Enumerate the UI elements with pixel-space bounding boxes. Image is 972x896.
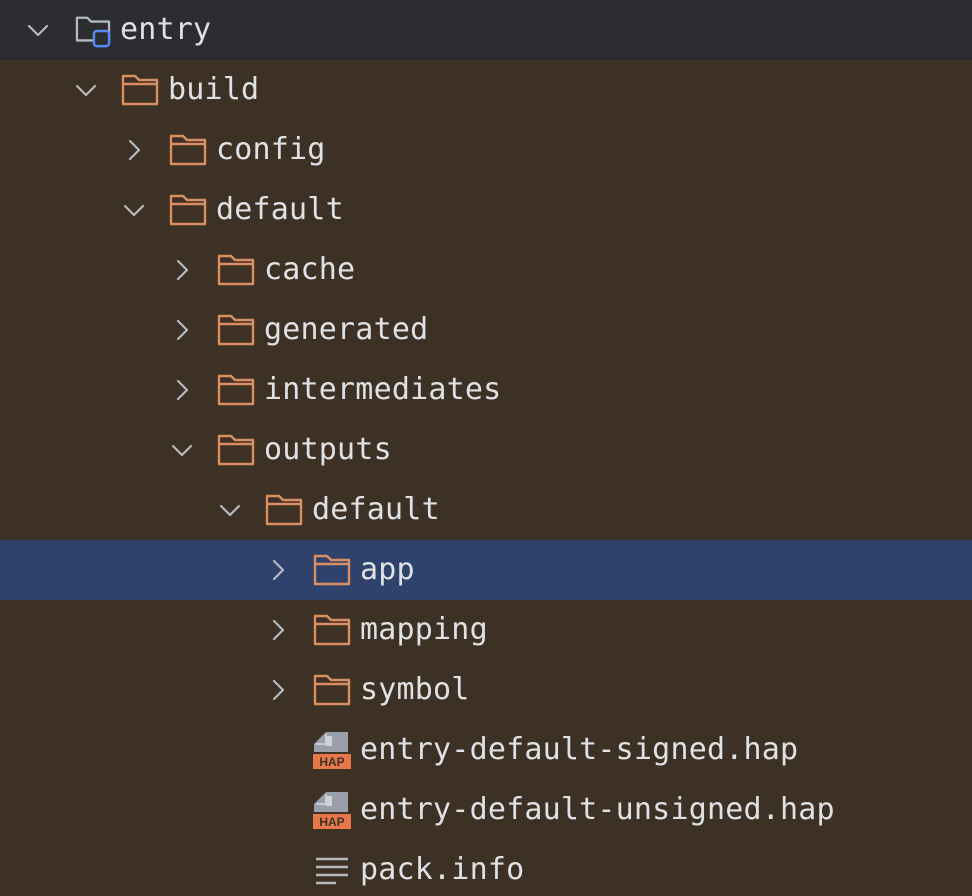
project-tree: entry build config default cache generat… <box>0 0 972 896</box>
tree-row-entry[interactable]: entry <box>0 0 972 60</box>
tree-row-unsigned-hap[interactable]: HAP entry-default-unsigned.hap <box>0 780 972 840</box>
folder-icon <box>217 434 255 466</box>
hap-icon-text: HAP <box>319 815 344 829</box>
chevron-down-icon[interactable] <box>74 78 98 102</box>
folder-icon <box>265 494 303 526</box>
tree-row-label: cache <box>264 252 356 287</box>
tree-row-label: generated <box>264 312 429 347</box>
tree-row-build[interactable]: build <box>0 60 972 120</box>
tree-row-label: entry-default-signed.hap <box>360 732 799 767</box>
tree-row-label: default <box>312 492 440 527</box>
chevron-right-icon[interactable] <box>266 558 290 582</box>
folder-icon <box>313 614 351 646</box>
folder-icon <box>313 674 351 706</box>
tree-row-label: outputs <box>264 432 392 467</box>
chevron-right-icon[interactable] <box>122 138 146 162</box>
tree-row-config[interactable]: config <box>0 120 972 180</box>
folder-icon <box>217 374 255 406</box>
hap-icon-text: HAP <box>319 755 344 769</box>
tree-row-mapping[interactable]: mapping <box>0 600 972 660</box>
tree-row-label: app <box>360 552 415 587</box>
tree-row-symbol[interactable]: symbol <box>0 660 972 720</box>
tree-row-label: pack.info <box>360 852 525 887</box>
folder-icon <box>121 74 159 106</box>
tree-row-label: default <box>216 192 344 227</box>
tree-row-label: config <box>216 132 326 167</box>
folder-icon <box>313 554 351 586</box>
tree-row-default[interactable]: default <box>0 180 972 240</box>
tree-row-label: mapping <box>360 612 488 647</box>
chevron-down-icon[interactable] <box>122 198 146 222</box>
tree-row-label: entry <box>120 12 212 47</box>
tree-row-label: intermediates <box>264 372 502 407</box>
text-file-icon <box>316 857 348 885</box>
tree-row-label: symbol <box>360 672 470 707</box>
hap-file-icon: HAP <box>313 792 351 829</box>
folder-icon <box>169 134 207 166</box>
chevron-right-icon[interactable] <box>170 378 194 402</box>
chevron-right-icon[interactable] <box>266 678 290 702</box>
tree-row-intermediates[interactable]: intermediates <box>0 360 972 420</box>
tree-row-label: entry-default-unsigned.hap <box>360 792 835 827</box>
tree-row-cache[interactable]: cache <box>0 240 972 300</box>
tree-row-generated[interactable]: generated <box>0 300 972 360</box>
tree-row-label: build <box>168 72 260 107</box>
folder-icon <box>169 194 207 226</box>
chevron-down-icon[interactable] <box>170 438 194 462</box>
folder-icon <box>217 254 255 286</box>
chevron-right-icon[interactable] <box>170 258 194 282</box>
tree-row-outputs[interactable]: outputs <box>0 420 972 480</box>
chevron-right-icon[interactable] <box>266 618 290 642</box>
tree-row-pack-info[interactable]: pack.info <box>0 840 972 896</box>
chevron-right-icon[interactable] <box>170 318 194 342</box>
folder-icon <box>217 314 255 346</box>
tree-row-outputs-default[interactable]: default <box>0 480 972 540</box>
chevron-down-icon[interactable] <box>26 18 50 42</box>
tree-row-signed-hap[interactable]: HAP entry-default-signed.hap <box>0 720 972 780</box>
chevron-down-icon[interactable] <box>218 498 242 522</box>
hap-file-icon: HAP <box>313 732 351 769</box>
tree-row-app[interactable]: app <box>0 540 972 600</box>
module-folder-icon <box>75 16 111 48</box>
